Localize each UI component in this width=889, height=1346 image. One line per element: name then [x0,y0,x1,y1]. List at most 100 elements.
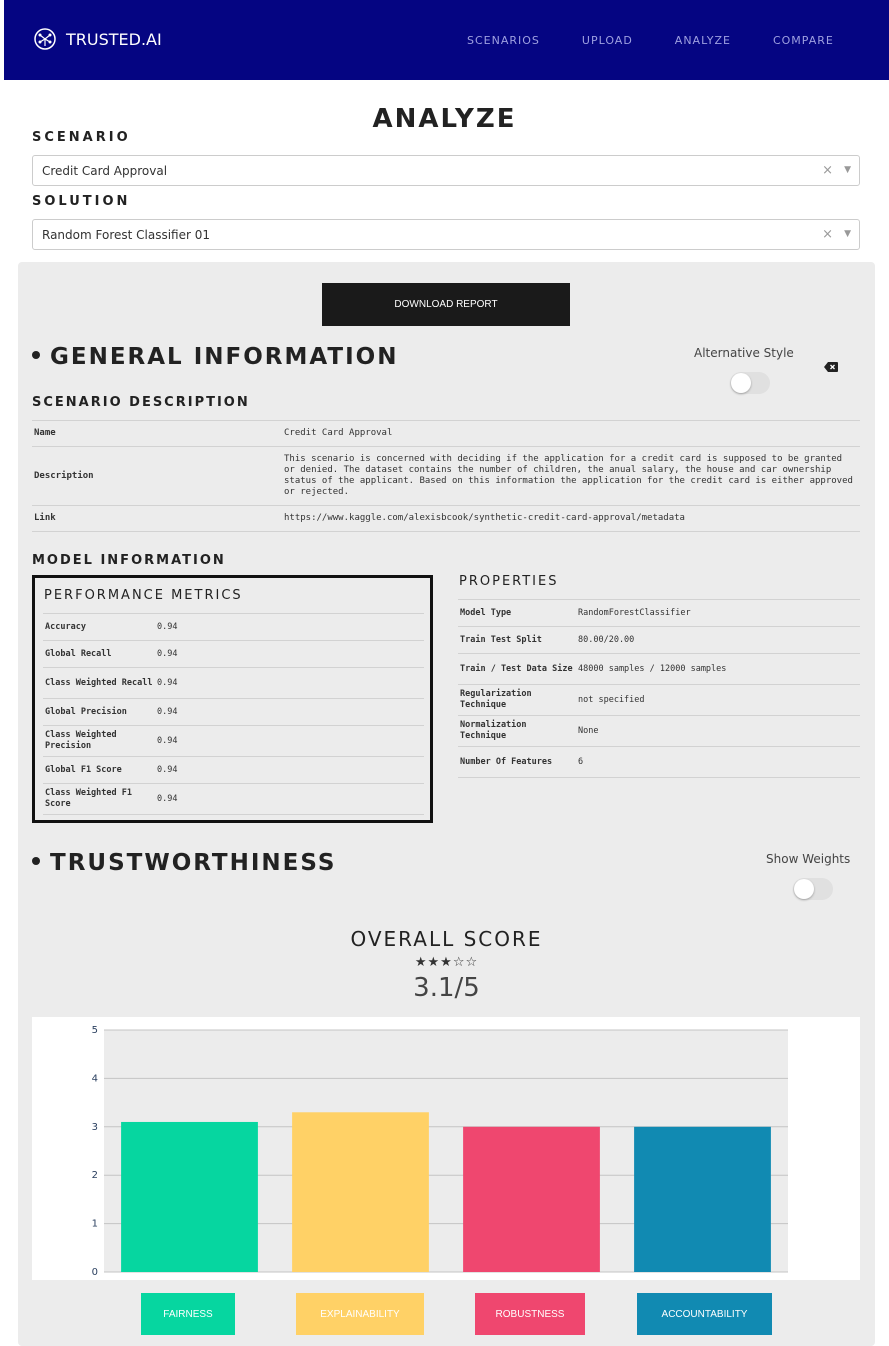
y-tick-label: 5 [92,1025,98,1036]
table-value: Credit Card Approval [282,420,860,447]
brand[interactable]: TRUSTED.AI [32,26,162,52]
bar-robustness[interactable] [463,1126,600,1272]
table-value: This scenario is concerned with deciding… [282,446,860,506]
table-key: Number Of Features [458,746,576,778]
table-value: 0.94 [155,698,424,726]
table-row: Class Weighted Precision 0.94 [43,725,424,757]
toggle-knob [731,373,751,393]
alternative-style-label: Alternative Style [694,346,794,360]
scenario-select[interactable]: Credit Card Approval × ▼ [32,155,860,186]
scenario-chevron-down-icon[interactable]: ▼ [844,165,851,175]
table-row: Model Type RandomForestClassifier [458,599,860,627]
table-value: RandomForestClassifier [576,599,860,627]
bar-fairness[interactable] [121,1121,258,1272]
bullet-icon [32,350,40,359]
y-tick-label: 1 [92,1219,98,1230]
y-tick-label: 2 [92,1170,98,1181]
table-value: 0.94 [155,667,424,699]
table-key: Train / Test Data Size [458,653,576,685]
solution-select-value: Random Forest Classifier 01 [42,228,210,242]
table-key: Regularization Technique [458,684,576,716]
table-row: Link https://www.kaggle.com/alexisbcook/… [32,505,860,532]
table-row: Train Test Split 80.00/20.00 [458,626,860,654]
table-value: not specified [576,684,860,716]
brand-name: TRUSTED.AI [66,29,162,49]
table-row: Class Weighted F1 Score 0.94 [43,783,424,815]
star-rating-icon: ★★★☆☆ [414,955,479,970]
nav-links: SCENARIOS UPLOAD ANALYZE COMPARE [467,34,876,47]
y-tick-label: 4 [92,1073,98,1084]
trust-score-chart: 0 1 2 3 4 5 [32,1017,860,1280]
table-value: 0.94 [155,783,424,815]
analysis-panel: DOWNLOAD REPORT GENERAL INFORMATION Alte… [18,262,875,1346]
table-key: Class Weighted Recall [43,667,155,699]
properties-title: PROPERTIES [459,574,559,589]
table-row: Train / Test Data Size 48000 samples / 12… [458,653,860,685]
toggle-knob [794,879,814,899]
table-row: Name Credit Card Approval [32,420,860,447]
scenario-clear-icon[interactable]: × [822,163,833,178]
y-tick-label: 0 [92,1267,98,1278]
bar-chart-svg: 0 1 2 3 4 5 [92,1025,788,1278]
page-title: ANALYZE [372,104,517,134]
properties-table: Model Type RandomForestClassifier Train T… [458,599,860,778]
table-row: Class Weighted Recall 0.94 [43,667,424,699]
bullet-icon [32,856,40,865]
scenario-description-title: SCENARIO DESCRIPTION [32,395,250,410]
table-key: Accuracy [43,613,155,641]
table-value: 0.94 [155,640,424,668]
legend-accountability-button[interactable]: ACCOUNTABILITY [637,1293,772,1335]
table-value[interactable]: https://www.kaggle.com/alexisbcook/synth… [282,505,860,532]
navbar: TRUSTED.AI SCENARIOS UPLOAD ANALYZE COMP… [4,0,889,80]
table-row: Global F1 Score 0.94 [43,756,424,784]
table-row: Description This scenario is concerned w… [32,446,860,506]
bar-accountability[interactable] [634,1126,771,1272]
nav-link-analyze[interactable]: ANALYZE [675,34,731,47]
performance-metrics-title: PERFORMANCE METRICS [44,588,243,603]
table-row: Accuracy 0.94 [43,613,424,641]
table-value: 80.00/20.00 [576,626,860,654]
table-row: Normalization Technique None [458,715,860,747]
table-value: 0.94 [155,613,424,641]
nav-link-compare[interactable]: COMPARE [773,34,834,47]
solution-chevron-down-icon[interactable]: ▼ [844,229,851,239]
solution-label: SOLUTION [32,194,131,209]
show-weights-label: Show Weights [766,852,851,866]
model-information-title: MODEL INFORMATION [32,553,226,568]
table-row: Regularization Technique not specified [458,684,860,716]
performance-metrics-box: PERFORMANCE METRICS Accuracy 0.94 Global … [32,575,433,823]
legend-explainability-button[interactable]: EXPLAINABILITY [296,1293,424,1335]
download-report-button[interactable]: DOWNLOAD REPORT [322,283,570,326]
table-key: Global Recall [43,640,155,668]
general-information-title: GENERAL INFORMATION [32,344,398,370]
bar-explainability[interactable] [292,1112,429,1272]
table-key: Normalization Technique [458,715,576,747]
legend-robustness-button[interactable]: ROBUSTNESS [475,1293,585,1335]
table-key: Link [32,505,282,532]
table-key: Global F1 Score [43,756,155,784]
nav-link-upload[interactable]: UPLOAD [582,34,633,47]
brain-logo-icon [34,28,56,50]
table-value: 0.94 [155,725,424,757]
solution-select[interactable]: Random Forest Classifier 01 × ▼ [32,219,860,250]
table-value: None [576,715,860,747]
scenario-label: SCENARIO [32,130,131,145]
table-key: Class Weighted Precision [43,725,155,757]
solution-clear-icon[interactable]: × [822,227,833,242]
trustworthiness-title: TRUSTWORTHINESS [32,850,336,876]
table-row: Global Recall 0.94 [43,640,424,668]
legend-fairness-button[interactable]: FAIRNESS [141,1293,235,1335]
y-tick-label: 3 [92,1122,98,1133]
table-value: 48000 samples / 12000 samples [576,653,860,685]
nav-link-scenarios[interactable]: SCENARIOS [467,34,540,47]
table-key: Train Test Split [458,626,576,654]
table-value: 6 [576,746,860,778]
show-weights-toggle[interactable] [793,878,833,900]
backspace-icon[interactable] [824,362,838,372]
trustworthiness-title-text: TRUSTWORTHINESS [50,850,337,876]
table-key: Name [32,420,282,447]
table-row: Global Precision 0.94 [43,698,424,726]
table-key: Model Type [458,599,576,627]
alternative-style-toggle[interactable] [730,372,770,394]
overall-score-value: 3.1/5 [413,973,480,1003]
